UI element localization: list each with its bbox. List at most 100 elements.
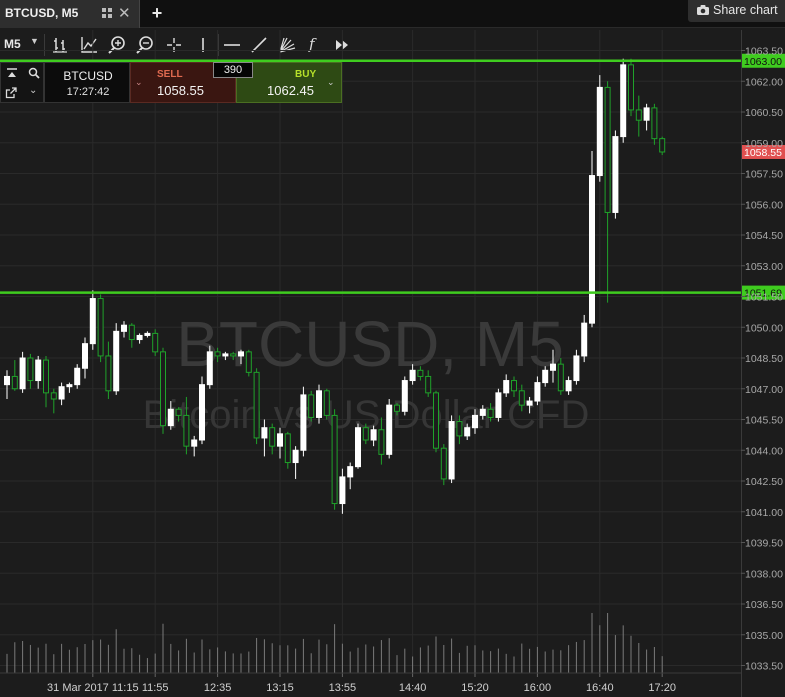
price-chart[interactable]: BTCUSD, M5 Bitcoin vs US Dollar CFD 1063… xyxy=(0,0,785,697)
y-tick-label: 1057.50 xyxy=(745,169,783,181)
spread-value: 390 xyxy=(213,62,253,78)
y-tick-label: 1045.50 xyxy=(745,415,783,427)
candle-body xyxy=(534,382,541,402)
sell-label: SELL xyxy=(157,69,183,80)
candle-body xyxy=(214,351,221,357)
candle-body xyxy=(206,351,213,386)
candle-body xyxy=(347,466,354,478)
candle-body xyxy=(472,414,478,429)
price-axis: 1063.50 1062.00 1060.50 1059.00 1057.50 1056.… xyxy=(741,46,783,673)
y-tick-label: 1056.00 xyxy=(745,199,783,211)
candle-body xyxy=(66,384,73,388)
candle-body xyxy=(635,109,642,121)
candle-body xyxy=(604,86,611,213)
y-tick-label: 1048.50 xyxy=(745,353,783,365)
candle-body xyxy=(89,298,96,345)
candle-body xyxy=(339,476,346,505)
candle-body xyxy=(82,343,88,369)
candle-body xyxy=(253,371,260,439)
candle-body xyxy=(620,64,627,138)
candle-body xyxy=(11,375,18,390)
x-tick-label: 31 Mar 2017 11:15 xyxy=(47,682,139,694)
y-tick-label: 1033.50 xyxy=(745,661,783,673)
y-tick-label: 1062.00 xyxy=(745,76,783,88)
watermark-title: BTCUSD, M5 xyxy=(176,308,564,380)
candle-body xyxy=(183,414,190,447)
candle-body xyxy=(58,386,65,400)
candle-body xyxy=(565,380,572,392)
y-tick-label: 1054.50 xyxy=(745,230,783,242)
y-tick-label: 1051.50 xyxy=(745,292,783,304)
candle-body xyxy=(542,369,549,384)
candle-body xyxy=(35,359,42,382)
trade-panel-tools: ⌄ xyxy=(0,62,44,103)
x-tick-label: 16:40 xyxy=(586,682,614,694)
candle-body xyxy=(74,367,81,386)
y-tick-label: 1038.00 xyxy=(745,568,783,580)
y-tick-label: 1063.50 xyxy=(745,46,783,58)
candle-body xyxy=(596,86,603,177)
candle-body xyxy=(394,404,400,412)
candle-body xyxy=(362,427,369,441)
candle-body xyxy=(191,439,198,447)
candle-body xyxy=(136,334,143,341)
price-axis-border xyxy=(741,30,742,697)
candle-body xyxy=(4,375,10,386)
trade-panel: ⌄ BTCUSD 17:27:42 ⌄ SELL 1058.55 BUY 106… xyxy=(0,62,342,103)
candle-body xyxy=(581,322,588,357)
symbol-box[interactable]: BTCUSD 17:27:42 xyxy=(44,62,130,103)
candle-body xyxy=(27,357,34,382)
candle-body xyxy=(113,330,120,392)
candle-body xyxy=(440,447,447,480)
level-price-label: 1063.00 xyxy=(744,56,782,68)
y-tick-label: 1035.00 xyxy=(745,630,783,642)
chevron-down-icon[interactable]: ⌄ xyxy=(327,77,335,88)
search-icon[interactable] xyxy=(28,67,40,79)
candle-body xyxy=(245,351,252,373)
candle-body xyxy=(284,433,291,464)
x-tick-label: 17:20 xyxy=(648,682,676,694)
candle-body xyxy=(300,394,307,451)
y-tick-label: 1050.00 xyxy=(745,322,783,334)
candle-body xyxy=(456,421,463,437)
candle-body xyxy=(199,384,205,441)
y-tick-label: 1053.00 xyxy=(745,261,783,273)
candle-body xyxy=(557,363,564,392)
server-time: 17:27:42 xyxy=(66,86,110,98)
candle-body xyxy=(331,414,338,505)
candle-body xyxy=(401,380,408,412)
candles xyxy=(4,58,666,514)
x-tick-label: 13:55 xyxy=(329,682,357,694)
candle-body xyxy=(230,353,237,357)
candle-body xyxy=(503,380,510,394)
candle-body xyxy=(511,380,517,392)
y-tick-label: 1041.00 xyxy=(745,507,783,519)
candle-body xyxy=(160,351,166,427)
candle-body xyxy=(308,394,315,418)
candle-body xyxy=(550,363,556,371)
external-link-icon[interactable] xyxy=(5,87,17,99)
candle-body xyxy=(238,351,244,357)
x-tick-label: 15:20 xyxy=(461,682,489,694)
candle-body xyxy=(409,369,416,382)
volume-bars xyxy=(6,613,663,673)
chevron-down-icon[interactable]: ⌄ xyxy=(135,77,143,88)
candle-body xyxy=(43,359,49,394)
chevron-down-icon[interactable]: ⌄ xyxy=(29,85,37,96)
candle-body xyxy=(19,357,26,390)
candle-body xyxy=(144,332,151,336)
x-tick-label: 14:40 xyxy=(399,682,427,694)
candle-body xyxy=(292,449,299,464)
candle-body xyxy=(643,107,650,121)
buy-price: 1062.45 xyxy=(267,83,314,98)
candle-body xyxy=(105,355,112,392)
candle-body xyxy=(612,136,619,213)
sell-price: 1058.55 xyxy=(157,83,204,98)
candle-body xyxy=(152,332,159,353)
candle-body xyxy=(628,64,634,111)
candle-body xyxy=(518,390,525,406)
y-tick-label: 1036.50 xyxy=(745,599,783,611)
collapse-icon[interactable] xyxy=(6,68,18,78)
candle-body xyxy=(277,433,283,447)
candle-body xyxy=(433,392,439,449)
